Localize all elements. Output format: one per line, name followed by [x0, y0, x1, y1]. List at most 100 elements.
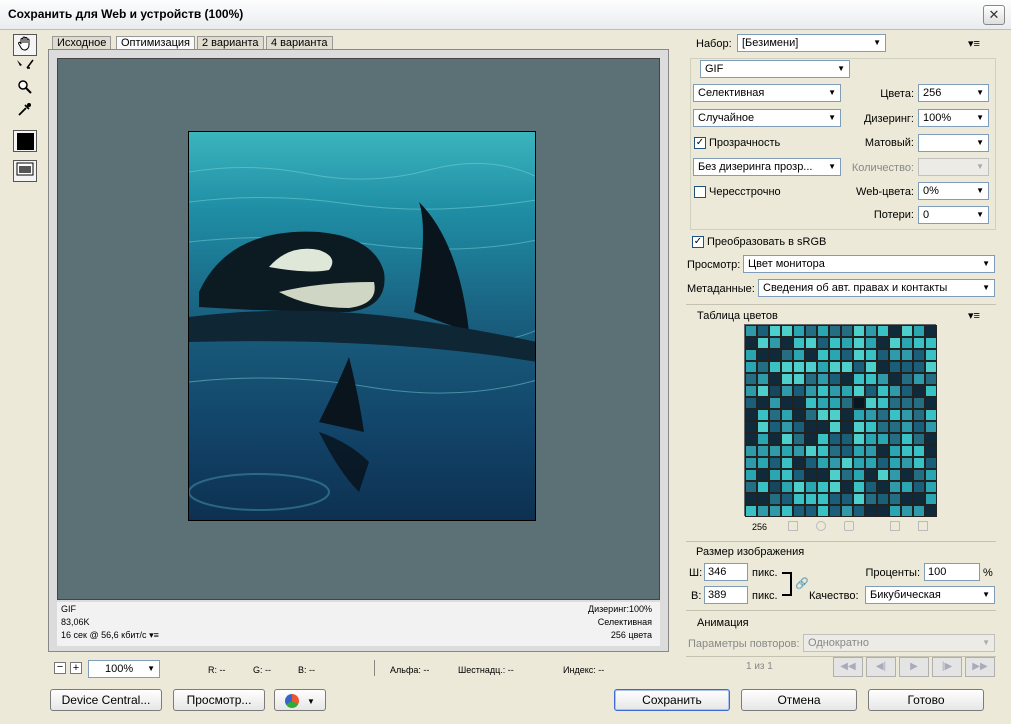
color-swatch[interactable] — [805, 421, 817, 433]
color-swatch[interactable] — [913, 481, 925, 493]
color-swatch[interactable] — [901, 349, 913, 361]
color-swatch[interactable] — [925, 493, 937, 505]
color-swatch[interactable] — [865, 337, 877, 349]
color-swatch[interactable] — [841, 373, 853, 385]
zoom-tool-icon[interactable] — [13, 78, 37, 100]
color-swatch[interactable] — [841, 385, 853, 397]
color-swatch[interactable] — [853, 325, 865, 337]
color-swatch[interactable] — [793, 325, 805, 337]
color-swatch[interactable] — [901, 361, 913, 373]
color-swatch[interactable] — [793, 445, 805, 457]
color-swatch[interactable] — [781, 457, 793, 469]
matte-select[interactable] — [918, 134, 989, 152]
transparency-checkbox[interactable]: ✓ — [694, 137, 706, 149]
color-swatch[interactable] — [865, 505, 877, 517]
link-icon[interactable]: 🔗 — [795, 577, 809, 590]
color-swatch[interactable] — [913, 421, 925, 433]
color-swatch[interactable] — [829, 493, 841, 505]
color-swatch[interactable] — [853, 421, 865, 433]
color-swatch[interactable] — [781, 445, 793, 457]
color-swatch[interactable] — [793, 385, 805, 397]
tab-original[interactable]: Исходное — [52, 36, 112, 50]
quality-select[interactable]: Бикубическая — [865, 586, 995, 604]
color-swatch[interactable] — [889, 421, 901, 433]
color-swatch[interactable] — [889, 445, 901, 457]
tab-optimized[interactable]: Оптимизация — [116, 36, 195, 50]
color-swatch[interactable] — [829, 457, 841, 469]
color-swatch[interactable] — [745, 385, 757, 397]
color-swatch[interactable] — [877, 433, 889, 445]
color-swatch[interactable] — [793, 505, 805, 517]
color-swatch[interactable] — [865, 325, 877, 337]
orca-image[interactable] — [188, 131, 536, 521]
color-swatch[interactable] — [841, 397, 853, 409]
color-swatch[interactable] — [877, 445, 889, 457]
color-swatch[interactable] — [877, 457, 889, 469]
color-swatch[interactable] — [865, 361, 877, 373]
color-swatch[interactable] — [841, 493, 853, 505]
metadata-select[interactable]: Сведения об авт. правах и контакты — [758, 279, 995, 297]
color-swatch[interactable] — [889, 505, 901, 517]
color-swatch[interactable] — [901, 421, 913, 433]
lossy-select[interactable]: 0 — [918, 206, 989, 224]
color-swatch[interactable] — [805, 325, 817, 337]
color-swatch[interactable] — [889, 469, 901, 481]
color-swatch[interactable] — [901, 481, 913, 493]
color-swatch[interactable] — [877, 505, 889, 517]
color-swatch[interactable] — [745, 445, 757, 457]
color-swatch[interactable] — [913, 469, 925, 481]
color-swatch[interactable] — [757, 469, 769, 481]
new-color-icon[interactable] — [890, 521, 900, 531]
color-swatch[interactable] — [889, 397, 901, 409]
color-swatch[interactable] — [793, 373, 805, 385]
color-swatch[interactable] — [841, 457, 853, 469]
color-swatch[interactable] — [805, 481, 817, 493]
color-swatch[interactable] — [901, 373, 913, 385]
color-swatch[interactable] — [781, 337, 793, 349]
color-swatch[interactable] — [793, 361, 805, 373]
color-swatch[interactable] — [757, 505, 769, 517]
color-swatch[interactable] — [901, 445, 913, 457]
color-swatch[interactable] — [901, 337, 913, 349]
toggle-slices-icon[interactable] — [13, 160, 37, 182]
color-swatch[interactable] — [841, 325, 853, 337]
color-swatch[interactable] — [781, 349, 793, 361]
color-swatch[interactable] — [901, 397, 913, 409]
color-swatch[interactable] — [745, 433, 757, 445]
color-swatch[interactable] — [757, 397, 769, 409]
color-swatch[interactable] — [769, 409, 781, 421]
color-swatch[interactable] — [769, 505, 781, 517]
color-swatch[interactable] — [769, 373, 781, 385]
color-swatch[interactable] — [817, 397, 829, 409]
color-swatch[interactable] — [769, 397, 781, 409]
color-swatch[interactable] — [745, 397, 757, 409]
color-swatch[interactable] — [853, 337, 865, 349]
color-swatch[interactable] — [805, 433, 817, 445]
color-swatch[interactable] — [769, 325, 781, 337]
color-swatch[interactable] — [745, 409, 757, 421]
tab-4up[interactable]: 4 варианта — [266, 36, 333, 50]
color-swatch[interactable] — [853, 469, 865, 481]
dither-amount-select[interactable]: 100% — [918, 109, 989, 127]
color-swatch[interactable] — [841, 337, 853, 349]
eyedropper-tool-icon[interactable] — [13, 100, 37, 122]
color-swatch[interactable] — [865, 397, 877, 409]
color-swatch[interactable] — [901, 469, 913, 481]
map-transparent-icon[interactable] — [788, 521, 798, 531]
color-swatch[interactable] — [841, 505, 853, 517]
percent-input[interactable]: 100 — [924, 563, 980, 581]
web-shift-icon[interactable] — [816, 521, 826, 531]
color-swatch[interactable] — [817, 337, 829, 349]
color-swatch[interactable] — [853, 385, 865, 397]
color-swatch[interactable] — [901, 493, 913, 505]
color-swatch[interactable] — [913, 445, 925, 457]
color-swatch[interactable] — [853, 349, 865, 361]
color-swatch[interactable] — [769, 337, 781, 349]
color-swatch[interactable] — [805, 337, 817, 349]
color-swatch[interactable] — [781, 469, 793, 481]
color-swatch[interactable] — [805, 409, 817, 421]
convert-srgb-checkbox[interactable]: ✓ — [692, 236, 704, 248]
color-swatch[interactable] — [913, 337, 925, 349]
color-swatch[interactable] — [865, 433, 877, 445]
color-swatch[interactable] — [925, 433, 937, 445]
